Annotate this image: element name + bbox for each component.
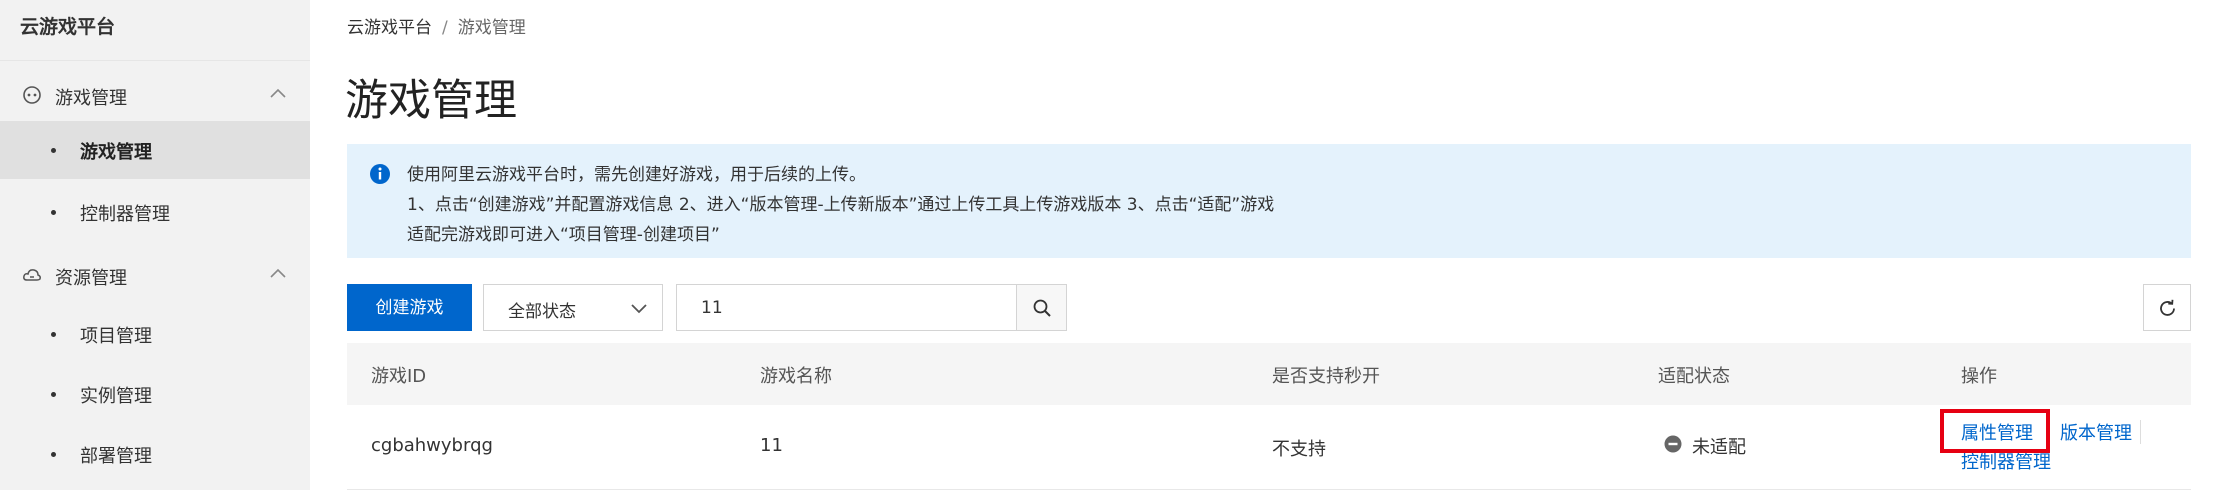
cell-adapt-status: 未适配	[1692, 437, 1746, 458]
table-header: 游戏ID 游戏名称 是否支持秒开 适配状态 操作	[347, 343, 2191, 405]
refresh-icon	[2160, 299, 2175, 316]
cloud-icon	[23, 269, 41, 281]
sidebar-item-label: 部署管理	[80, 446, 152, 467]
status-select[interactable]: 全部状态	[483, 284, 663, 331]
breadcrumb-current: 游戏管理	[457, 18, 526, 38]
sidebar-item-label: 项目管理	[80, 326, 152, 347]
breadcrumb-root[interactable]: 云游戏平台	[347, 18, 432, 38]
create-game-button[interactable]: 创建游戏	[347, 284, 472, 331]
bullet	[51, 210, 56, 215]
cell-game-id: cgbahwybrqg	[371, 435, 493, 456]
column-header: 游戏ID	[371, 366, 427, 387]
sidebar-item-label: 游戏管理	[80, 142, 152, 163]
sidebar: 云游戏平台 游戏管理 游戏管理 控制器管理 资源管理 项目管理 实例管理 部署管…	[0, 0, 310, 490]
gamepad-icon	[23, 86, 41, 104]
column-header: 是否支持秒开	[1272, 366, 1380, 387]
sidebar-item-controller-management[interactable]: 控制器管理	[0, 183, 310, 241]
breadcrumb-separator: /	[442, 18, 448, 38]
refresh-button[interactable]	[2143, 284, 2191, 331]
bullet	[51, 452, 56, 457]
cell-game-name: 11	[760, 435, 783, 456]
info-icon	[370, 164, 390, 184]
action-divider	[2140, 420, 2141, 444]
sidebar-item-instance-management[interactable]: 实例管理	[0, 365, 310, 423]
breadcrumb: 云游戏平台 / 游戏管理	[347, 13, 526, 38]
chevron-up-icon[interactable]	[268, 265, 288, 281]
sidebar-item-label: 实例管理	[80, 386, 152, 407]
brand-title: 云游戏平台	[20, 16, 116, 38]
status-minus-icon	[1664, 435, 1682, 453]
search-button[interactable]	[1016, 284, 1067, 331]
table-row: cgbahwybrqg 11 不支持 未适配	[347, 405, 2191, 490]
bullet	[51, 332, 56, 337]
highlight-box	[1940, 409, 2050, 453]
column-header: 操作	[1961, 366, 1997, 387]
notice-line: 1、点击“创建游戏”并配置游戏信息 2、进入“版本管理-上传新版本”通过上传工具…	[407, 195, 1275, 215]
chevron-down-icon	[631, 304, 647, 314]
brand-divider	[0, 60, 310, 61]
sidebar-group-resource[interactable]: 资源管理	[0, 249, 310, 301]
version-management-link[interactable]: 版本管理	[2060, 419, 2132, 445]
sidebar-item-deployment-management[interactable]: 部署管理	[0, 425, 310, 483]
column-header: 游戏名称	[760, 366, 832, 387]
search-icon	[1033, 299, 1051, 317]
cell-instant-start: 不支持	[1272, 439, 1326, 460]
sidebar-item-project-management[interactable]: 项目管理	[0, 305, 310, 363]
sidebar-item-label: 控制器管理	[80, 204, 170, 225]
sidebar-group-label: 游戏管理	[55, 88, 127, 109]
bullet	[51, 148, 56, 153]
bullet	[51, 392, 56, 397]
sidebar-group-label: 资源管理	[55, 268, 127, 289]
sidebar-item-game-management[interactable]: 游戏管理	[0, 121, 310, 179]
page-title: 游戏管理	[345, 76, 517, 126]
column-header: 适配状态	[1658, 366, 1730, 387]
info-notice: 使用阿里云游戏平台时，需先创建好游戏，用于后续的上传。 1、点击“创建游戏”并配…	[347, 144, 2191, 258]
search-input[interactable]	[676, 284, 1066, 331]
chevron-up-icon[interactable]	[268, 85, 288, 101]
status-select-value: 全部状态	[508, 302, 576, 322]
notice-line: 使用阿里云游戏平台时，需先创建好游戏，用于后续的上传。	[407, 165, 866, 185]
sidebar-group-game[interactable]: 游戏管理	[0, 69, 310, 121]
notice-line: 适配完游戏即可进入“项目管理-创建项目”	[407, 225, 720, 245]
